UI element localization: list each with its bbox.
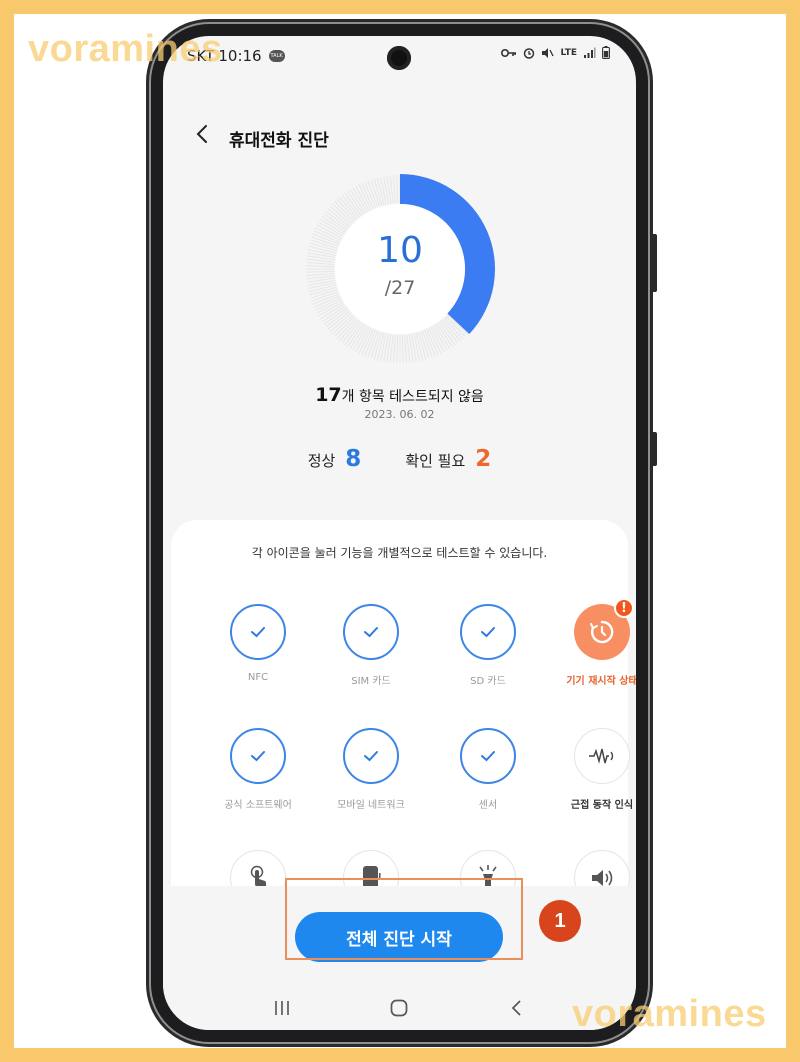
- test-item-2[interactable]: SIM 카드: [316, 604, 426, 687]
- status-bar: SKT 10:16 TALK LTE: [163, 36, 636, 76]
- progress-ring-text: 10 /27: [305, 174, 495, 364]
- test-item-label: 모바일 네트워크: [337, 800, 405, 811]
- test-item-7[interactable]: 센서: [433, 728, 543, 811]
- talk-icon: TALK: [268, 50, 285, 62]
- check-icon: [364, 627, 378, 638]
- test-item-label: NFC: [247, 672, 269, 683]
- test-item-1[interactable]: NFC: [203, 604, 313, 683]
- stat-ok: 정상 8: [308, 446, 362, 472]
- result-stats: 정상 8 확인 필요 2: [163, 446, 636, 472]
- power-button: [651, 432, 657, 466]
- untested-count: 17: [315, 384, 342, 406]
- check-icon: [251, 751, 265, 762]
- card-caption: 각 아이콘을 눌러 기능을 개별적으로 테스트할 수 있습니다.: [251, 546, 548, 560]
- stat-warn-value: 2: [475, 446, 492, 472]
- mute-icon: [542, 47, 555, 58]
- stat-warn: 확인 필요 2: [405, 446, 491, 472]
- stat-ok-label: 정상: [307, 452, 336, 470]
- page-title: 휴대전화 진단: [229, 131, 329, 151]
- stat-ok-value: 8: [345, 446, 362, 472]
- navigation-bar: [163, 988, 636, 1028]
- nav-back-button[interactable]: [497, 993, 537, 1023]
- status-circle-ok: [230, 728, 286, 784]
- status-circle-ok: [460, 728, 516, 784]
- test-items-card: 각 아이콘을 눌러 기능을 개별적으로 테스트할 수 있습니다. NFC SIM …: [171, 520, 636, 920]
- stat-warn-label: 확인 필요: [405, 452, 466, 470]
- test-item-label: SIM 카드: [351, 676, 391, 687]
- lte-icon: LTE: [560, 47, 577, 58]
- key-icon: [501, 48, 517, 57]
- check-icon: [481, 751, 495, 762]
- check-icon: [364, 751, 378, 762]
- untested-summary: 17개 항목 테스트되지 않음: [163, 384, 636, 406]
- alarm-icon: [524, 47, 535, 59]
- home-button[interactable]: [379, 993, 419, 1023]
- status-circle-ok: [460, 604, 516, 660]
- back-icon: [511, 1000, 521, 1016]
- restart-timer-icon: [590, 620, 614, 644]
- check-icon: [251, 627, 265, 638]
- recents-button[interactable]: [262, 993, 302, 1023]
- status-icons: LTE: [501, 46, 610, 59]
- test-item-label: 기기 재시작 상태: [566, 676, 636, 687]
- battery-icon: [602, 46, 610, 59]
- test-item-3[interactable]: SD 카드: [433, 604, 543, 687]
- signal-icon: [584, 47, 596, 58]
- test-item-label: 공식 소프트웨어: [224, 800, 292, 811]
- status-circle-untested: [574, 728, 630, 784]
- proximity-wave-icon: [589, 748, 614, 764]
- test-item-label: SD 카드: [470, 676, 506, 687]
- status-circle-ok: [343, 604, 399, 660]
- home-icon: [391, 999, 408, 1017]
- test-item-5[interactable]: 공식 소프트웨어: [203, 728, 313, 811]
- progress-done: 10: [377, 230, 423, 271]
- warning-badge: !: [614, 598, 634, 618]
- step-marker: 1: [539, 900, 581, 942]
- progress-total: /27: [384, 277, 416, 299]
- test-item-6[interactable]: 모바일 네트워크: [316, 728, 426, 811]
- check-icon: [481, 627, 495, 638]
- status-circle-ok: [343, 728, 399, 784]
- status-circle-ok: [230, 604, 286, 660]
- watermark-bottom: voramines: [572, 993, 767, 1035]
- highlight-box: [285, 878, 523, 960]
- status-circle-warning: !: [574, 598, 634, 660]
- chevron-left-icon: [196, 125, 207, 143]
- progress-ring: 10 /27: [305, 174, 495, 364]
- test-item-4[interactable]: ! 기기 재시작 상태: [547, 598, 636, 687]
- untested-text: 개 항목 테스트되지 않음: [341, 389, 484, 405]
- test-item-label: 근접 동작 인식: [570, 800, 634, 811]
- clock: 10:16: [218, 47, 262, 65]
- volume-button: [651, 234, 657, 292]
- test-item-8[interactable]: 근접 동작 인식: [547, 728, 636, 811]
- test-item-label: 센서: [478, 800, 498, 811]
- test-date: 2023. 06. 02: [364, 408, 435, 421]
- recents-icon: [275, 1001, 289, 1015]
- app-header: 휴대전화 진단: [163, 118, 636, 158]
- front-camera: [387, 46, 411, 70]
- back-button[interactable]: [191, 122, 215, 146]
- watermark-top: voramines: [28, 28, 223, 70]
